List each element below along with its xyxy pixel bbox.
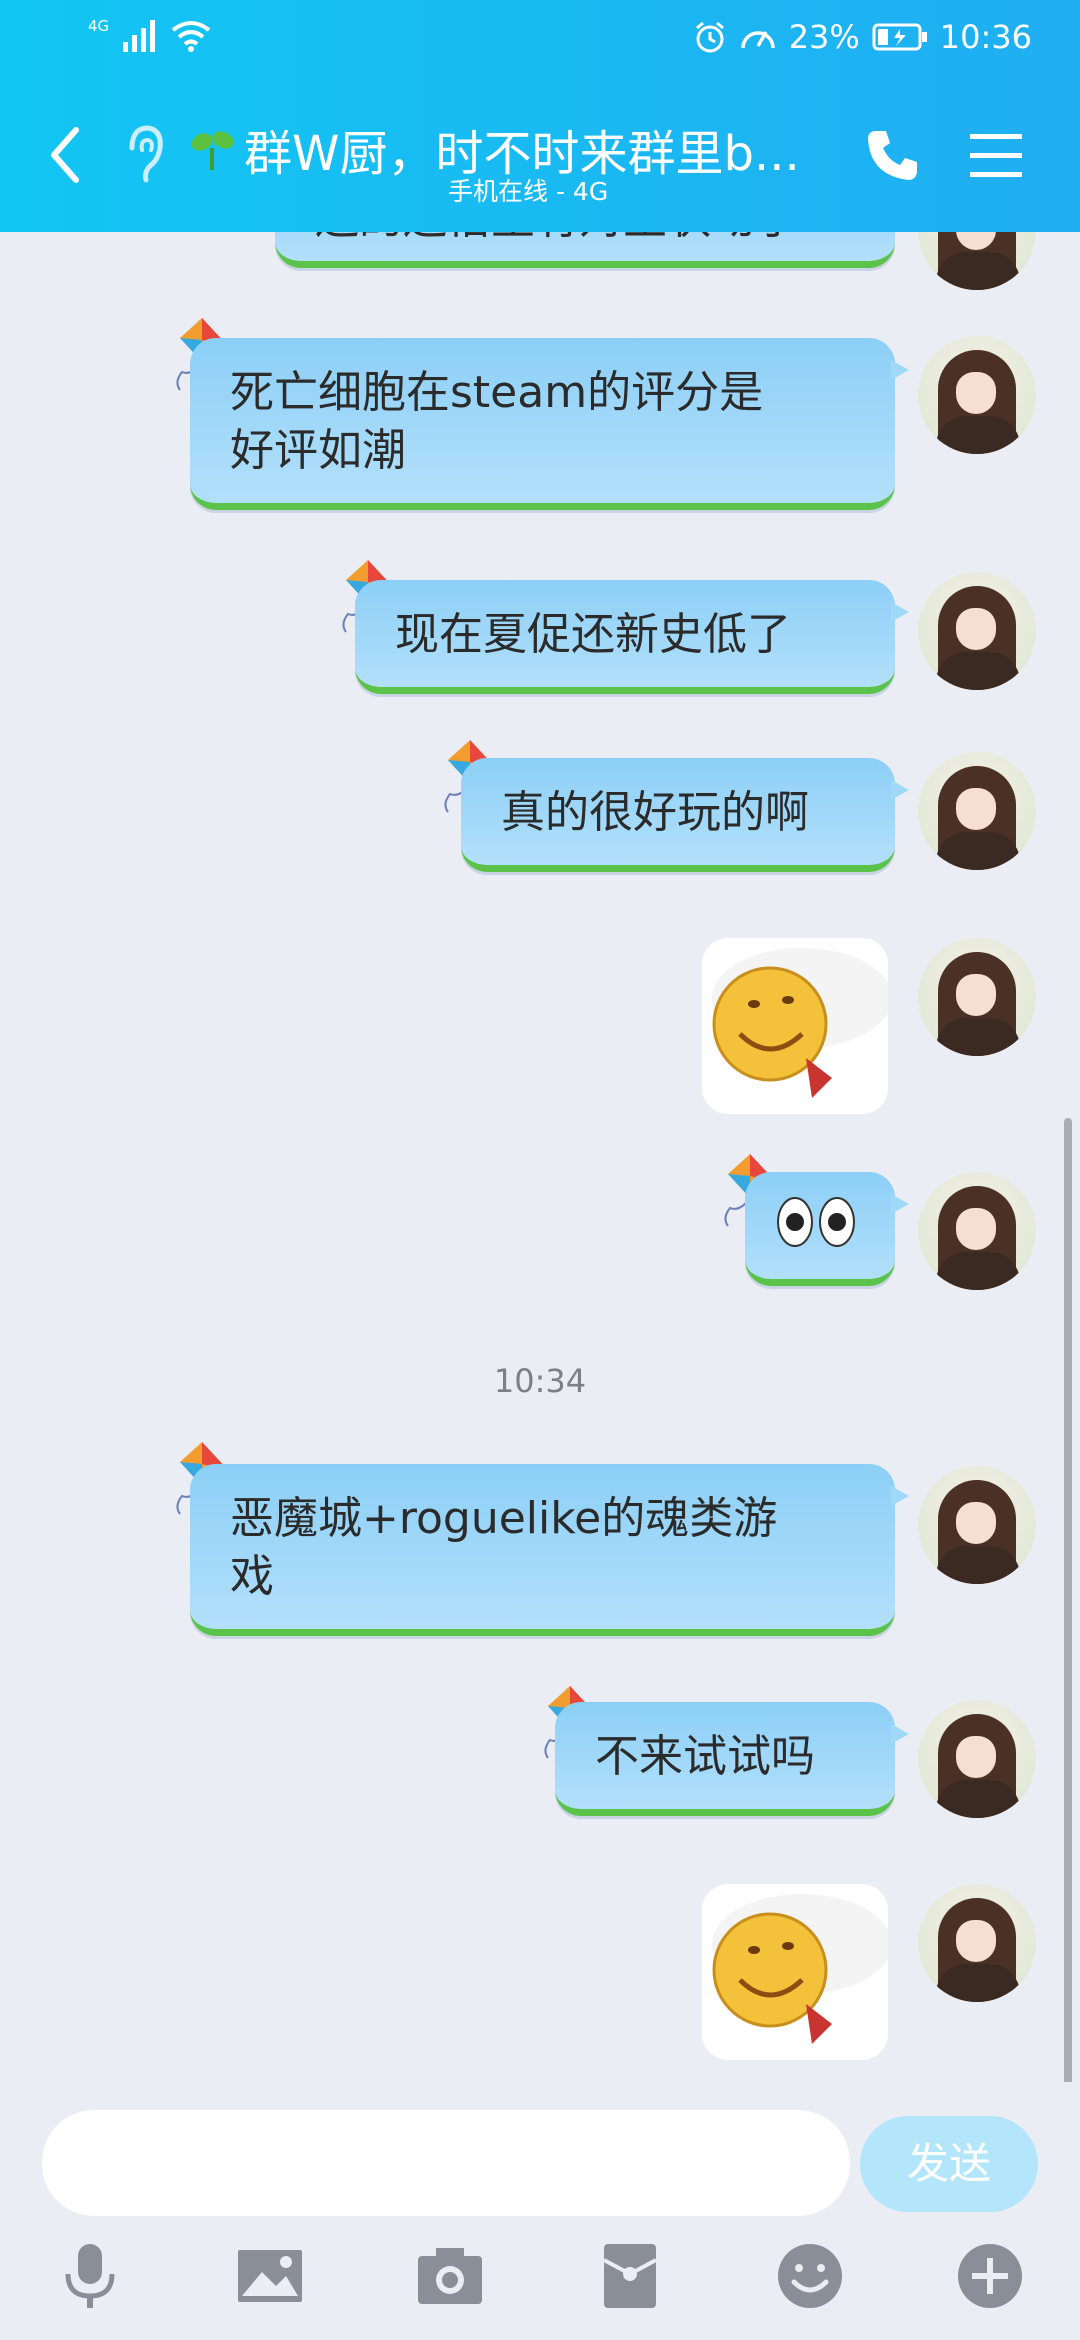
avatar[interactable] <box>918 752 1036 870</box>
signal-icon <box>123 20 156 52</box>
red-packet-icon[interactable] <box>594 2240 666 2312</box>
ear-icon[interactable] <box>118 118 168 188</box>
speed-icon <box>740 31 775 49</box>
avatar[interactable] <box>918 1700 1036 1818</box>
image-icon[interactable] <box>234 2240 306 2312</box>
message-bubble[interactable]: 不来试试吗 <box>555 1702 909 1816</box>
smiley-sticker[interactable] <box>702 938 888 1114</box>
message-input[interactable] <box>42 2110 850 2216</box>
menu-icon[interactable] <box>970 130 1022 182</box>
phone-icon[interactable] <box>862 125 922 185</box>
avatar[interactable] <box>918 1884 1036 2002</box>
message-timestamp: 10:34 <box>493 1362 587 1400</box>
message-bubble[interactable] <box>745 1172 909 1286</box>
avatar[interactable] <box>918 1466 1036 1584</box>
message-bubble[interactable]: 死亡细胞在steam的评分是 好评如潮 <box>190 338 909 510</box>
send-button[interactable]: 发送 <box>860 2116 1038 2212</box>
avatar[interactable] <box>918 938 1036 1056</box>
network-type: 4G <box>88 17 110 35</box>
avatar[interactable] <box>918 1172 1036 1290</box>
battery-icon <box>872 23 927 51</box>
back-arrow-icon[interactable] <box>40 120 90 190</box>
signal-group: 4G <box>88 17 211 52</box>
sprout-icon <box>191 131 234 170</box>
microphone-icon[interactable] <box>54 2240 126 2312</box>
avatar[interactable] <box>918 336 1036 454</box>
plus-icon[interactable] <box>954 2240 1026 2312</box>
status-right: 23% 10:36 <box>693 18 1032 56</box>
input-bar: 发送 <box>0 2082 1080 2340</box>
clock: 10:36 <box>939 18 1032 56</box>
avatar[interactable] <box>918 232 1036 290</box>
message-bubble[interactable]: 现在夏促还新史低了 <box>355 580 909 694</box>
wifi-icon <box>171 21 211 52</box>
scrollbar[interactable] <box>1064 1118 1072 2093</box>
message-bubble[interactable]: 真的很好玩的啊 <box>461 758 909 872</box>
message-list[interactable]: 还的还悟里有对生状动了 死亡细胞在steam的评分是 好评如潮 现在夏促还新史低… <box>0 232 1080 2082</box>
eyes-emoji-icon <box>777 1197 855 1247</box>
chat-subtitle: 手机在线 - 4G <box>448 177 609 206</box>
smiley-sticker-icon <box>712 1894 888 2044</box>
avatar[interactable] <box>918 572 1036 690</box>
chat-header: 4G 23% 10:36 群W厨，时不时来群里b... 手机在线 - 4G <box>0 0 1080 232</box>
smiley-sticker-icon <box>712 948 888 1098</box>
message-bubble[interactable]: 恶魔城+roguelike的魂类游 戏 <box>190 1464 909 1636</box>
alarm-icon <box>695 21 724 53</box>
title-bar: 群W厨，时不时来群里b... 手机在线 - 4G <box>0 80 1080 232</box>
camera-icon[interactable] <box>414 2240 486 2312</box>
emoji-icon[interactable] <box>774 2240 846 2312</box>
smiley-sticker[interactable] <box>702 1884 888 2060</box>
message-bubble[interactable]: 还的还悟里有对生状动了 <box>275 232 895 268</box>
battery-percent: 23% <box>788 18 860 56</box>
status-bar: 4G 23% 10:36 <box>0 0 1080 80</box>
